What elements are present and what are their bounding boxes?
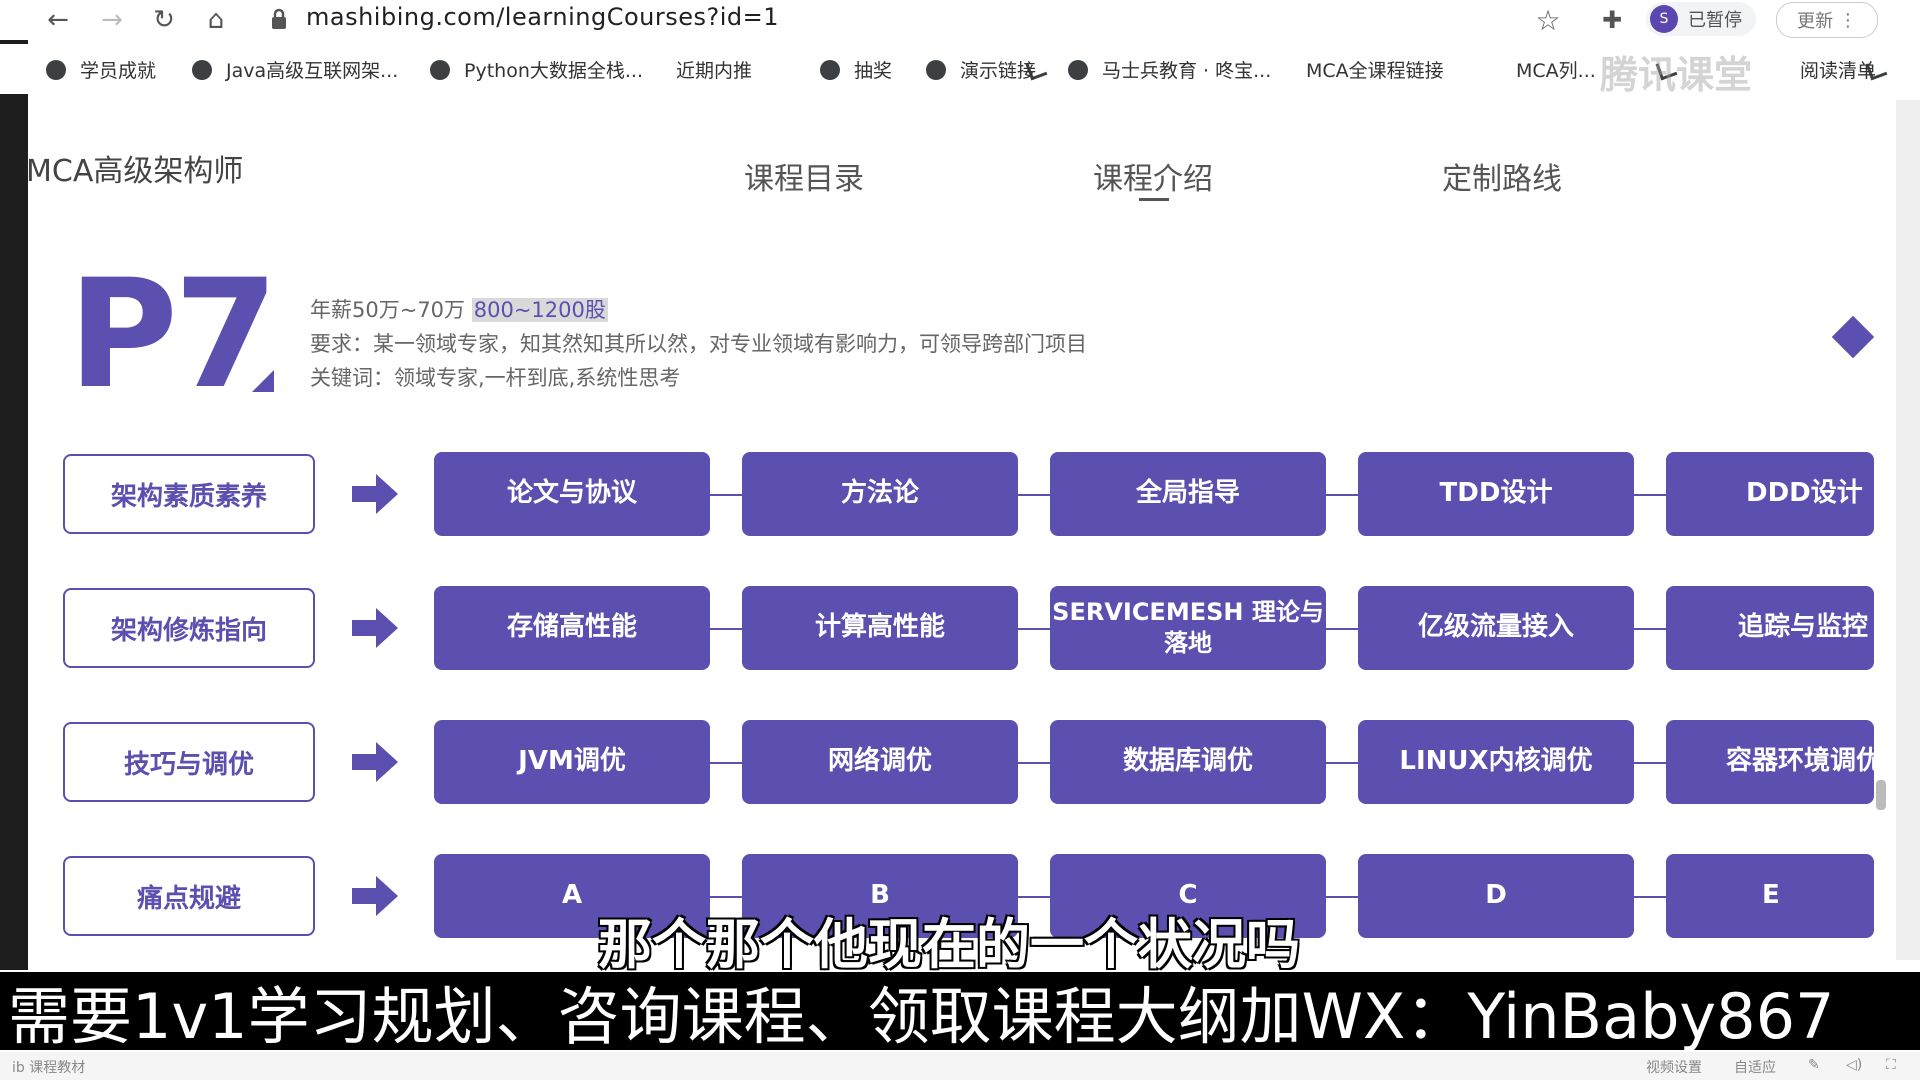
course-item[interactable]: DDD设计 [1666, 452, 1874, 536]
fit-button[interactable]: 自适应 [1734, 1057, 1776, 1077]
back-arrow-icon[interactable]: ← [42, 4, 74, 36]
category-pain-points[interactable]: 痛点规避 [63, 856, 315, 936]
course-item[interactable]: LINUX内核调优 [1358, 720, 1634, 804]
level-title: P7 [68, 248, 278, 422]
category-architecture-quality[interactable]: 架构素质素养 [63, 454, 315, 534]
bookmark-label: 马士兵教育 · 咚宝... [1102, 60, 1272, 82]
bookmark-label: 学员成就 [80, 60, 157, 82]
video-settings-button[interactable]: 视频设置 [1646, 1057, 1702, 1077]
extensions-icon[interactable]: ✚ [1596, 4, 1628, 36]
course-item[interactable]: 容器环境调优 [1666, 720, 1874, 804]
course-item[interactable]: 存储高性能 [434, 586, 710, 670]
tab-custom-route[interactable]: 定制路线 [1442, 154, 1562, 198]
url-field[interactable]: mashibing.com/learningCourses?id=1 [306, 3, 779, 31]
bookmark-item[interactable]: 近期内推 [676, 56, 1048, 83]
fullscreen-icon[interactable]: ⛶ [1886, 1057, 1896, 1073]
bookmark-item[interactable]: 马士兵教育 · 咚宝... [1068, 56, 1271, 83]
bookmark-label: MCA全课程链接 [1306, 60, 1444, 82]
diamond-icon[interactable] [1831, 315, 1875, 359]
pen-icon[interactable]: ✎ [1808, 1057, 1820, 1073]
globe-icon [926, 59, 946, 80]
profile-status: 已暂停 [1688, 10, 1742, 31]
category-architecture-training[interactable]: 架构修炼指向 [63, 588, 315, 668]
tab-course-catalog[interactable]: 课程目录 [744, 154, 864, 198]
course-item[interactable]: 方法论 [742, 452, 1018, 536]
arrow-right-icon [352, 876, 398, 916]
video-left-edge [0, 0, 28, 970]
reading-list-button[interactable]: 阅读清单 [1800, 56, 1876, 83]
tab-course-intro[interactable]: 课程介绍 [1093, 154, 1213, 201]
bookmark-icon [46, 59, 66, 80]
course-item[interactable]: D [1358, 854, 1634, 938]
salary-line: 年薪50万~70万 800~1200股 [310, 294, 608, 324]
course-item[interactable]: SERVICEMESH 理论与落地 [1050, 586, 1326, 670]
course-item[interactable]: TDD设计 [1358, 452, 1634, 536]
course-item[interactable]: 论文与协议 [434, 452, 710, 536]
bookmark-label: Java高级互联网架... [226, 60, 399, 82]
volume-icon[interactable]: ◁) [1846, 1057, 1862, 1073]
page-scrollbar-track[interactable] [1896, 100, 1920, 960]
bookmark-icon [430, 59, 450, 80]
browser-address-bar: ← → ↻ ⌂ mashibing.com/learningCourses?id… [0, 0, 1920, 40]
bookmark-label: Python大数据全栈... [464, 60, 643, 82]
globe-icon [820, 59, 840, 80]
course-item[interactable]: 网络调优 [742, 720, 1018, 804]
lock-icon [272, 8, 286, 29]
bookmark-icon [192, 59, 212, 80]
bookmark-label: 抽奖 [854, 60, 893, 82]
site-brand[interactable]: MCA高级架构师 [26, 146, 243, 190]
bookmark-item[interactable]: MCA列... [1516, 56, 1888, 83]
scrollbar-thumb[interactable] [1876, 780, 1886, 810]
bookmark-label: 近期内推 [676, 60, 753, 82]
course-item[interactable]: 数据库调优 [1050, 720, 1326, 804]
requirement-line: 要求：某一领域专家，知其然知其所以然，对专业领域有影响力，可领导跨部门项目 [310, 332, 1087, 356]
forward-arrow-icon[interactable]: → [96, 4, 128, 36]
avatar: S [1650, 5, 1678, 33]
bookmark-label: 演示链接 [960, 60, 1037, 82]
bookmark-label: MCA列... [1516, 60, 1596, 82]
course-item[interactable]: 追踪与监控 [1666, 586, 1874, 670]
course-item[interactable]: E [1666, 854, 1874, 938]
course-item[interactable]: 亿级流量接入 [1358, 586, 1634, 670]
course-item[interactable]: 计算高性能 [742, 586, 1018, 670]
watermark: 腾讯课堂 [1600, 53, 1753, 97]
bookmark-item[interactable]: 抽奖 [820, 56, 892, 83]
globe-icon [1068, 59, 1088, 80]
home-icon[interactable]: ⌂ [200, 4, 232, 36]
keywords-line: 关键词：领域专家,一杆到底,系统性思考 [310, 366, 681, 390]
update-label: 更新 [1797, 11, 1834, 32]
course-item[interactable]: JVM调优 [434, 720, 710, 804]
status-left-label: ib 课程教材 [12, 1060, 86, 1076]
category-tuning[interactable]: 技巧与调优 [63, 722, 315, 802]
star-icon[interactable]: ☆ [1532, 4, 1564, 37]
arrow-right-icon [352, 474, 398, 514]
arrow-right-icon [352, 608, 398, 648]
bookmark-item[interactable]: MCA全课程链接 [1306, 56, 1678, 83]
level-corner-mark [252, 370, 274, 392]
course-item[interactable]: 全局指导 [1050, 452, 1326, 536]
salary-highlight: 800~1200股 [471, 298, 608, 322]
player-status-bar: ib 课程教材 视频设置 自适应 ✎ ◁) ⛶ [0, 1052, 1920, 1080]
update-button[interactable]: 更新 ⋮ [1776, 2, 1878, 38]
reload-icon[interactable]: ↻ [148, 4, 180, 36]
bookmark-item[interactable]: 演示链接 [926, 56, 1036, 83]
profile-button[interactable]: S 已暂停 [1646, 2, 1756, 36]
bookmark-item[interactable]: Python大数据全栈... [430, 56, 643, 83]
salary-text: 年薪50万~70万 [310, 298, 466, 322]
promo-banner: 需要1v1学习规划、咨询课程、领取课程大纲加WX：YinBaby867 [0, 972, 1920, 1053]
bookmark-item[interactable]: Java高级互联网架... [192, 56, 398, 83]
bookmark-item[interactable]: 学员成就 [46, 56, 156, 83]
arrow-right-icon [352, 742, 398, 782]
